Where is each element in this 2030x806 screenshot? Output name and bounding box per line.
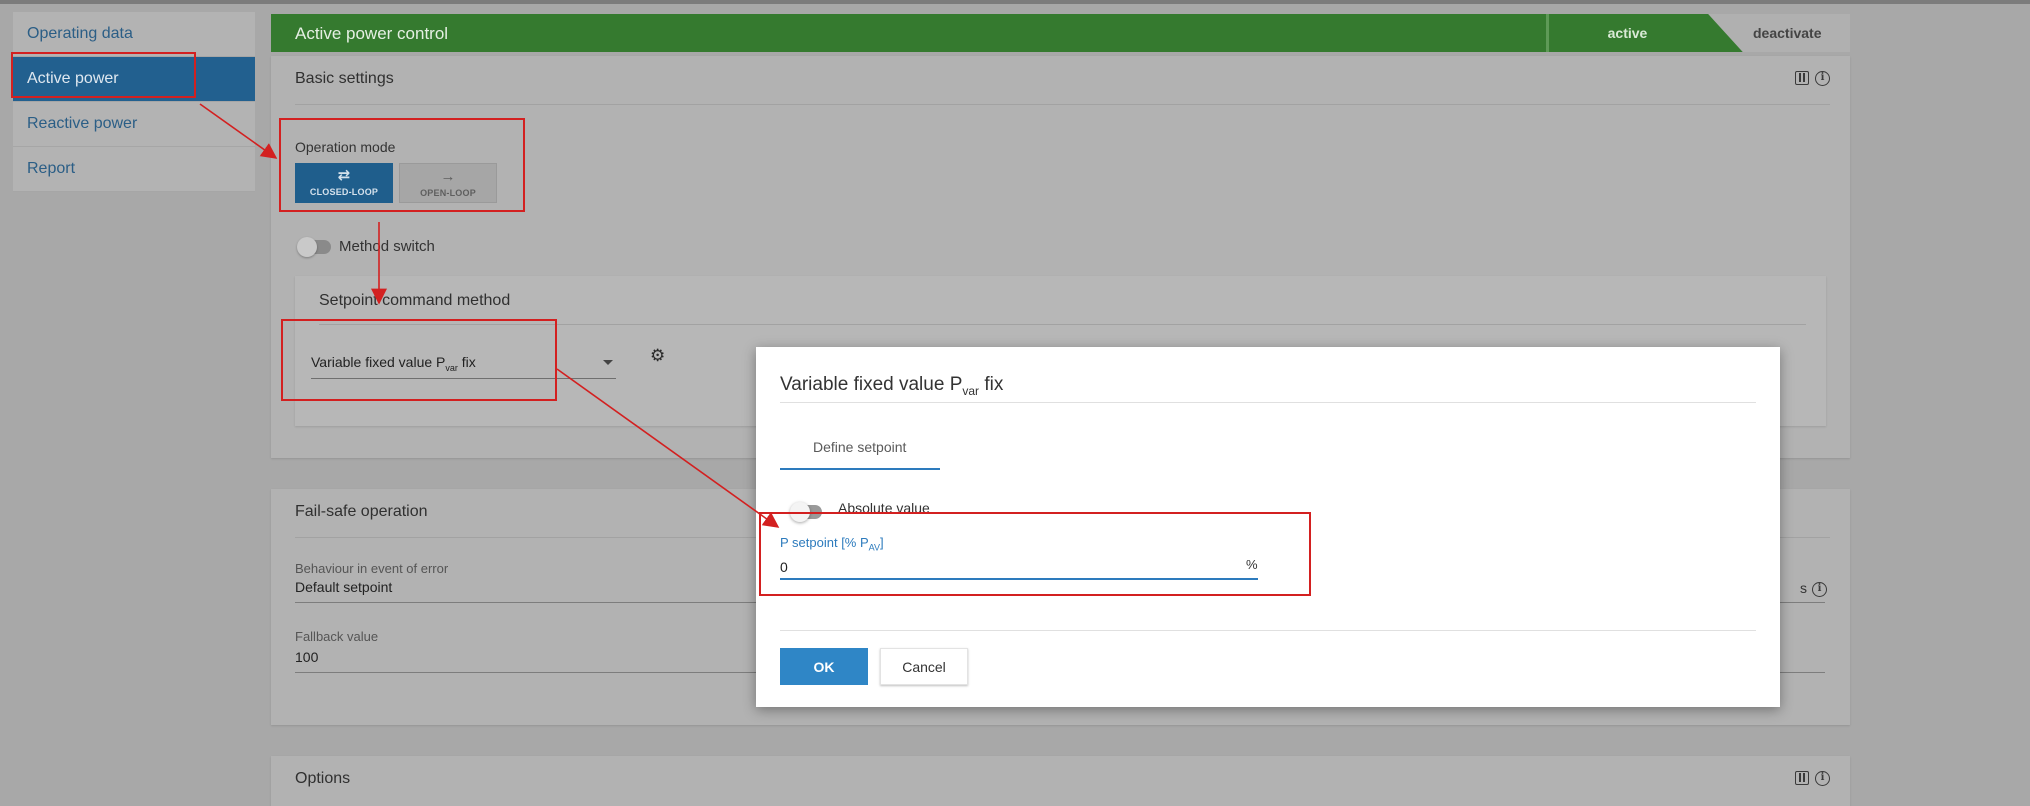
- annotation-arrows: [199, 103, 780, 528]
- arrow-to-operation-mode: [199, 103, 278, 159]
- arrow-to-p-setpoint: [556, 368, 780, 528]
